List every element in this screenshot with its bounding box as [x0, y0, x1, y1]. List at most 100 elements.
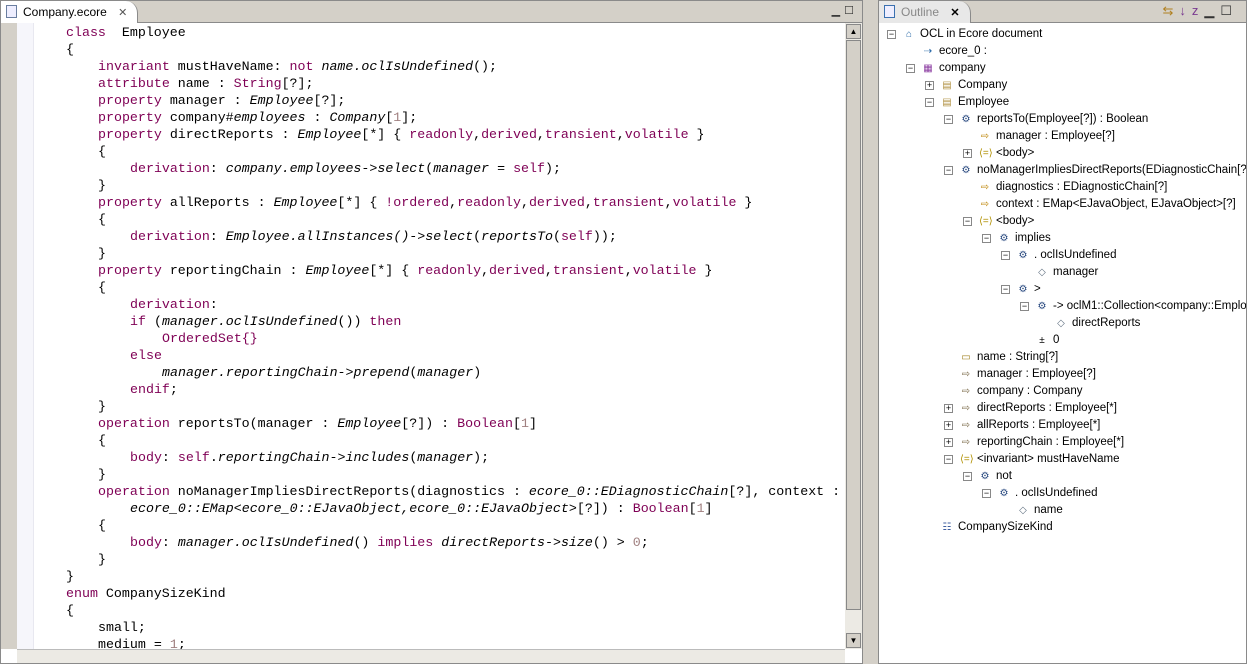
tree-item[interactable]: ◇ manager — [879, 264, 1246, 281]
vertical-scrollbar[interactable]: ▲ ▼ — [845, 23, 862, 649]
code-token: : — [209, 297, 218, 312]
tree-item[interactable]: + ▤ Company — [879, 77, 1246, 94]
maximize-icon[interactable]: ☐ — [1220, 3, 1238, 18]
call-icon: ⚙ — [1018, 284, 1028, 295]
collapse-icon[interactable]: − — [963, 217, 972, 226]
tree-item[interactable]: − ⌂ OCL in Ecore document — [879, 26, 1246, 43]
tree-item[interactable]: − ⚙ not — [879, 468, 1246, 485]
tab-company-ecore[interactable]: Company.ecore ✕ — [1, 1, 139, 23]
tree-item[interactable]: ▭ name : String[?] — [879, 349, 1246, 366]
reference-icon: ⇨ — [961, 437, 971, 448]
code-line: } — [34, 245, 845, 262]
close-icon[interactable]: ✕ — [950, 7, 959, 19]
tree-item[interactable]: ⇨ diagnostics : EDiagnosticChain[?] — [879, 179, 1246, 196]
tree-item-label: . oclIsUndefined — [1034, 249, 1117, 261]
outline-tabbar: Outline ✕ ⇆↓z▁☐ — [879, 1, 1246, 23]
maximize-icon[interactable]: ☐ — [844, 5, 858, 17]
tree-item[interactable]: ±0 — [879, 332, 1246, 349]
tree-item[interactable]: + ⇨ allReports : Employee[*] — [879, 417, 1246, 434]
code-token: company# — [161, 110, 234, 125]
collapse-icon[interactable]: − — [944, 115, 953, 124]
code-token: enum — [66, 586, 98, 601]
class-icon: ▤ — [942, 80, 952, 91]
tree-item[interactable]: ⇨ context : EMap<EJavaObject, EJavaObject… — [879, 196, 1246, 213]
expand-icon[interactable]: + — [944, 438, 953, 447]
tree-item[interactable]: − ⚙ noManagerImpliesDirectReports(EDiagnos… — [879, 162, 1246, 179]
variable-icon: ◇ — [1038, 267, 1046, 278]
collapse-icon[interactable]: − — [1001, 251, 1010, 260]
collapse-icon[interactable]: − — [1001, 285, 1010, 294]
code-token: directReports : — [161, 127, 298, 142]
tree-item[interactable]: − ▦ company — [879, 60, 1246, 77]
expand-icon[interactable]: + — [944, 404, 953, 413]
code-line: −derivation: — [34, 296, 845, 313]
code-token: : — [209, 229, 226, 244]
code-editor[interactable]: −class Employee{invariant mustHaveName: … — [34, 24, 845, 649]
expand-icon[interactable]: + — [944, 421, 953, 430]
expand-icon[interactable]: + — [963, 149, 972, 158]
tree-item[interactable]: ⇨ manager : Employee[?] — [879, 366, 1246, 383]
collapse-icon[interactable]: − — [1020, 302, 1029, 311]
sort-alphabetically-icon[interactable]: ↓z — [1179, 3, 1204, 18]
tree-item[interactable]: + ⇨ reportingChain : Employee[*] — [879, 434, 1246, 451]
collapse-icon[interactable]: − — [982, 234, 991, 243]
code-token: } — [98, 246, 106, 261]
tree-item[interactable]: + ⟨=⟩ <body> — [879, 145, 1246, 162]
code-token: operation — [98, 484, 170, 499]
tree-item[interactable]: − ▤ Employee — [879, 94, 1246, 111]
code-token: [*] { — [369, 263, 418, 278]
code-line: −enum CompanySizeKind — [34, 585, 845, 602]
tree-item[interactable]: − ⟨=⟩ <invariant> mustHaveName — [879, 451, 1246, 468]
collapse-icon[interactable]: − — [982, 489, 991, 498]
tree-item[interactable]: + ⇨ directReports : Employee[*] — [879, 400, 1246, 417]
minimize-icon[interactable]: ▁ — [1204, 3, 1220, 18]
code-line: −class Employee — [34, 24, 845, 41]
tree-item[interactable]: − ⚙ . oclIsUndefined — [879, 485, 1246, 502]
code-token: name.oclIsUndefined — [321, 59, 474, 74]
close-icon[interactable]: ✕ — [118, 7, 127, 19]
tree-item-label: <body> — [996, 147, 1035, 159]
code-token: } — [688, 127, 705, 142]
collapse-icon[interactable]: − — [887, 30, 896, 39]
tree-item[interactable]: ◇ name — [879, 502, 1246, 519]
tree-item[interactable]: − ⚙ reportsTo(Employee[?]) : Boolean — [879, 111, 1246, 128]
tree-item[interactable]: ⇢ ecore_0 : — [879, 43, 1246, 60]
scroll-up-icon[interactable]: ▲ — [846, 24, 861, 39]
code-token: : — [209, 161, 226, 176]
horizontal-scrollbar[interactable] — [17, 649, 845, 663]
code-token: [?]) : — [576, 501, 633, 516]
code-line: −property directReports : Employee[*] { … — [34, 126, 845, 143]
expand-icon[interactable]: + — [925, 81, 934, 90]
tree-item[interactable]: ⇨ company : Company — [879, 383, 1246, 400]
tree-item[interactable]: ☷ CompanySizeKind — [879, 519, 1246, 536]
tree-item[interactable]: ⇨ manager : Employee[?] — [879, 128, 1246, 145]
tree-item[interactable]: − ⚙ > — [879, 281, 1246, 298]
minimize-icon[interactable]: ▁ — [832, 5, 844, 17]
collapse-icon[interactable]: − — [906, 64, 915, 73]
code-token: small; — [98, 620, 146, 635]
outline-tree[interactable]: − ⌂ OCL in Ecore document ⇢ ecore_0 : − ▦ compa… — [879, 26, 1246, 663]
code-token: volatile — [632, 263, 697, 278]
tree-item[interactable]: − ⚙ . oclIsUndefined — [879, 247, 1246, 264]
parameter-icon: ⇨ — [980, 182, 990, 193]
scroll-thumb[interactable] — [846, 40, 861, 610]
code-token: manager : — [161, 93, 250, 108]
scroll-down-icon[interactable]: ▼ — [846, 633, 861, 648]
tree-item[interactable]: − ⚙ -> oclM1::Collection<company::Emplo — [879, 298, 1246, 315]
code-line: derivation: Employee.allInstances()->sel… — [34, 228, 845, 245]
tree-item[interactable]: − ⟨=⟩ <body> — [879, 213, 1246, 230]
code-token: } — [736, 195, 753, 210]
collapse-icon[interactable]: − — [944, 455, 953, 464]
tab-outline[interactable]: Outline ✕ — [879, 1, 971, 23]
code-token: mustHaveName: — [169, 59, 290, 74]
code-line: { — [34, 279, 845, 296]
collapse-icon[interactable]: − — [925, 98, 934, 107]
code-token: [?], context : — [728, 484, 841, 499]
tree-item[interactable]: − ⚙ implies — [879, 230, 1246, 247]
collapse-icon[interactable]: − — [963, 472, 972, 481]
code-line: { — [34, 517, 845, 534]
link-with-editor-icon[interactable]: ⇆ — [1162, 3, 1179, 18]
collapse-icon[interactable]: − — [944, 166, 953, 175]
tree-item[interactable]: ◇ directReports — [879, 315, 1246, 332]
code-token: )); — [592, 229, 617, 244]
